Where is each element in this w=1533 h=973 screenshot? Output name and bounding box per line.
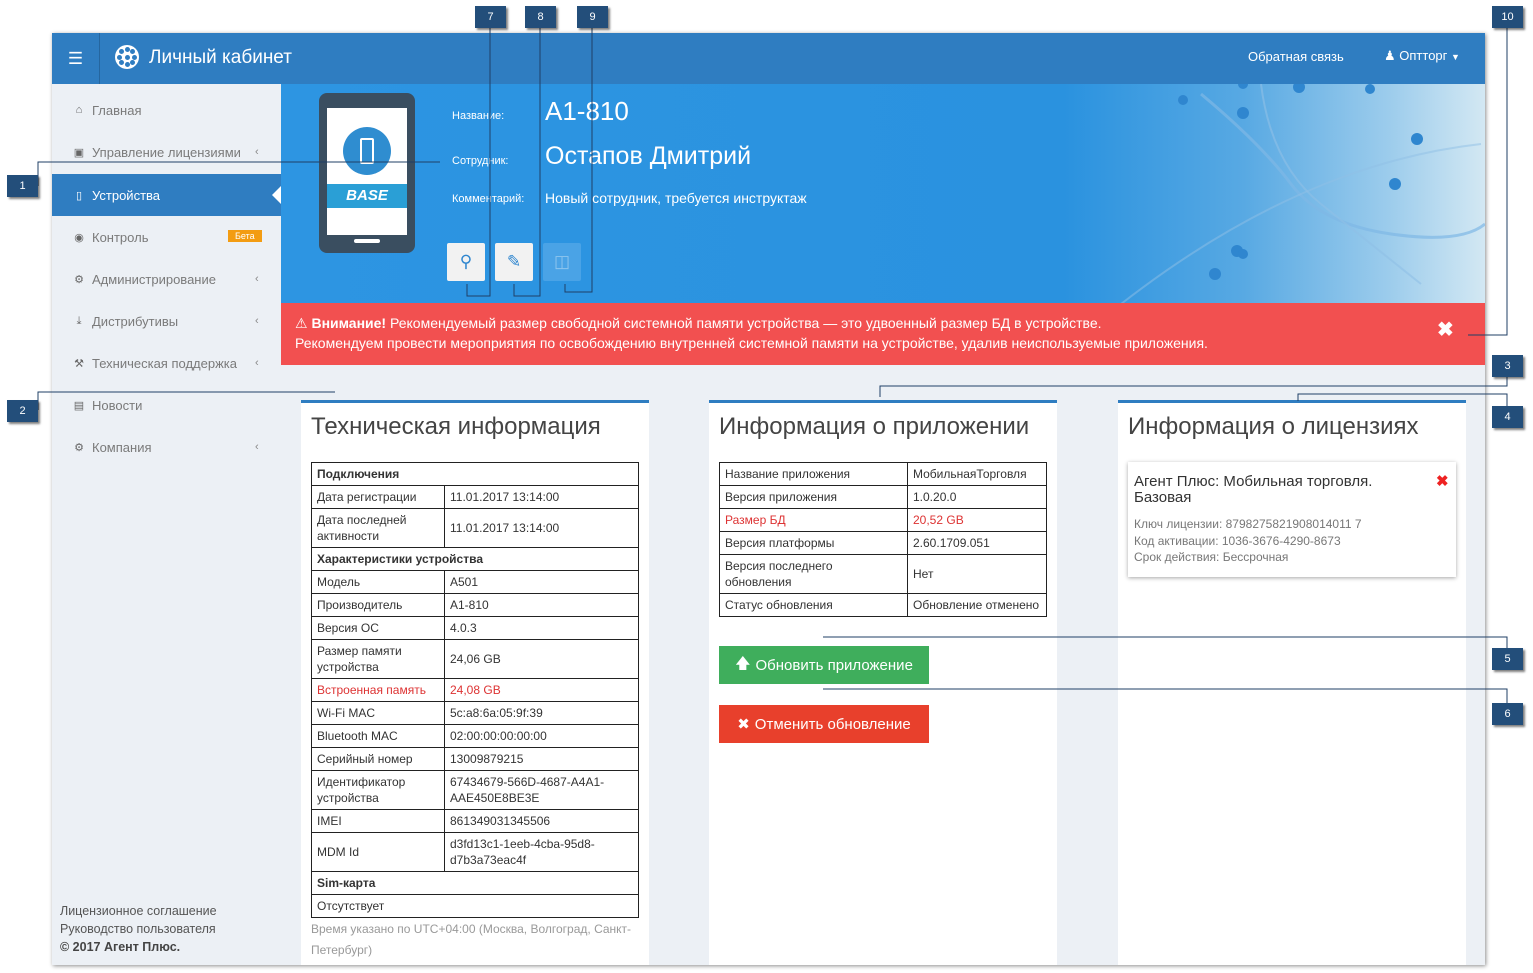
callout-1: 1 (7, 175, 38, 197)
callout-9: 9 (577, 6, 608, 28)
callout-7: 7 (475, 6, 506, 28)
callout-8: 8 (525, 6, 556, 28)
callout-10: 10 (1492, 6, 1523, 28)
callout-4: 4 (1492, 406, 1523, 428)
callout-6: 6 (1492, 703, 1523, 725)
callout-5: 5 (1492, 648, 1523, 670)
callout-3: 3 (1492, 355, 1523, 377)
callout-lines (37, 27, 1508, 703)
callout-2: 2 (7, 400, 38, 422)
